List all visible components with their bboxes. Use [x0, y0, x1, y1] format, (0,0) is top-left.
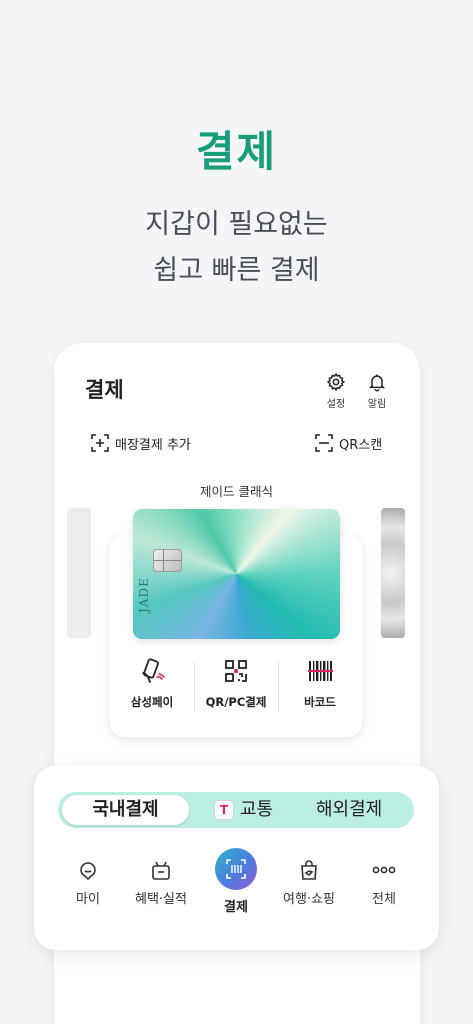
hero-title: 결제 — [195, 127, 278, 176]
nav-item-pay[interactable]: 결제 — [199, 848, 273, 915]
qr-pc-payment-label: QR/PC결제 — [205, 695, 267, 709]
next-card-peek[interactable] — [381, 508, 405, 638]
barcode-icon — [308, 661, 333, 681]
add-scan-icon — [91, 434, 109, 452]
nav-all-label: 전체 — [372, 892, 396, 907]
nav-item-travel-shopping[interactable]: 여행·쇼핑 — [272, 858, 346, 907]
previous-card-peek[interactable] — [67, 508, 91, 638]
nav-pay-label: 결제 — [224, 900, 248, 915]
nav-item-benefits[interactable]: 혜택·실적 — [124, 858, 198, 907]
tab-domestic-payment[interactable]: 국내결제 — [62, 796, 189, 824]
page-title: 결제 — [85, 378, 124, 402]
samsung-pay-button[interactable]: 삼성페이 — [110, 657, 194, 710]
alarm-button[interactable]: 알림 — [357, 372, 397, 410]
hero-subtitle-line2: 쉽고 빠른 결제 — [153, 255, 320, 286]
gear-icon — [326, 372, 346, 392]
alarm-label: 알림 — [367, 399, 387, 410]
gift-icon — [152, 861, 170, 880]
scan-icon — [315, 434, 333, 452]
nav-benefits-label: 혜택·실적 — [135, 892, 187, 907]
qr-code-icon — [225, 660, 247, 682]
settings-label: 설정 — [326, 399, 346, 410]
more-icon — [372, 866, 396, 874]
card-name: 제이드 클래식 — [200, 484, 273, 499]
bell-icon — [368, 374, 386, 392]
samsung-pay-label: 삼성페이 — [130, 695, 174, 709]
qr-scan-button[interactable]: QR스캔 — [314, 433, 382, 453]
hero-subtitle-line1: 지갑이 필요없는 — [145, 209, 328, 240]
nav-my-label: 마이 — [76, 892, 100, 907]
add-store-payment-button[interactable]: 매장결제 추가 — [90, 433, 191, 453]
barcode-label: 바코드 — [304, 695, 336, 709]
credit-card[interactable]: JADE — [133, 509, 340, 639]
nav-travel-label: 여행·쇼핑 — [283, 892, 335, 907]
pay-button-circle — [215, 848, 257, 890]
tab-transit-label: 교통 — [240, 799, 274, 820]
samsung-pay-icon — [142, 658, 165, 683]
tmoney-icon: T — [214, 800, 234, 820]
nav-item-my[interactable]: 마이 — [51, 858, 125, 907]
barcode-button[interactable]: 바코드 — [278, 657, 362, 710]
shopping-bag-icon — [301, 860, 317, 880]
tab-overseas-payment[interactable]: 해외결제 — [316, 796, 382, 824]
qr-scan-label: QR스캔 — [339, 437, 383, 453]
my-icon — [80, 862, 96, 881]
pay-icon — [226, 859, 246, 879]
qr-pc-payment-button[interactable]: QR/PC결제 — [194, 657, 278, 710]
settings-button[interactable]: 설정 — [316, 372, 356, 410]
add-store-payment-label: 매장결제 추가 — [115, 437, 191, 453]
card-chip — [153, 549, 182, 572]
tab-transit[interactable]: T 교통 — [214, 796, 273, 824]
card-brand: JADE — [137, 577, 151, 613]
nav-item-all[interactable]: 전체 — [347, 858, 421, 907]
